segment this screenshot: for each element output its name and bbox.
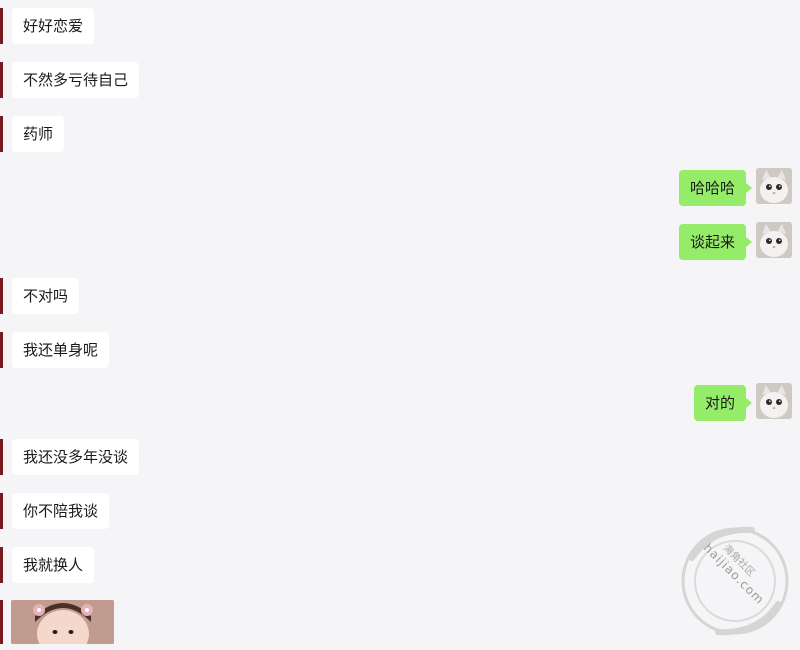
incoming-accent-bar [0, 439, 3, 475]
incoming-message-bubble[interactable]: 你不陪我谈 [12, 493, 110, 529]
outgoing-message-bubble[interactable]: 对的 [693, 385, 753, 421]
message-row-outgoing: 对的 [0, 383, 800, 423]
incoming-accent-bar [0, 278, 3, 314]
message-row-incoming: 好好恋爱 [0, 6, 800, 46]
incoming-message-bubble[interactable]: 不对吗 [12, 278, 80, 314]
incoming-accent-bar [0, 493, 3, 529]
message-row-outgoing: 哈哈哈 [0, 168, 800, 208]
incoming-accent-bar [0, 62, 3, 98]
incoming-message-bubble[interactable]: 不然多亏待自己 [12, 62, 140, 98]
message-row-incoming: 我还没多年没谈 [0, 437, 800, 477]
girl-photo-icon[interactable] [11, 600, 114, 644]
incoming-accent-bar [0, 332, 3, 368]
cat-avatar-icon[interactable] [756, 222, 792, 258]
incoming-message-bubble[interactable]: 好好恋爱 [12, 8, 95, 44]
message-row-incoming: 药师 [0, 114, 800, 154]
message-row-incoming: 不然多亏待自己 [0, 60, 800, 100]
cat-avatar-icon[interactable] [756, 168, 792, 204]
message-row-incoming: 不对吗 [0, 276, 800, 316]
outgoing-message-bubble[interactable]: 谈起来 [678, 224, 753, 260]
incoming-accent-bar [0, 8, 3, 44]
incoming-message-bubble[interactable]: 我还没多年没谈 [12, 439, 140, 475]
incoming-message-bubble[interactable]: 我还单身呢 [12, 332, 110, 368]
cat-avatar-icon[interactable] [756, 383, 792, 419]
incoming-accent-bar [0, 116, 3, 152]
outgoing-message-bubble[interactable]: 哈哈哈 [678, 170, 753, 206]
incoming-accent-bar [0, 547, 3, 583]
incoming-message-bubble[interactable]: 药师 [12, 116, 65, 152]
message-row-outgoing: 谈起来 [0, 222, 800, 262]
message-row-incoming: 我还单身呢 [0, 330, 800, 370]
incoming-accent-bar [0, 600, 3, 644]
chat-view: 好好恋爱 不然多亏待自己 药师 哈哈哈 谈起来 不对吗 我还单身呢 对的 我还没… [0, 0, 800, 650]
incoming-message-bubble[interactable]: 我就换人 [12, 547, 95, 583]
